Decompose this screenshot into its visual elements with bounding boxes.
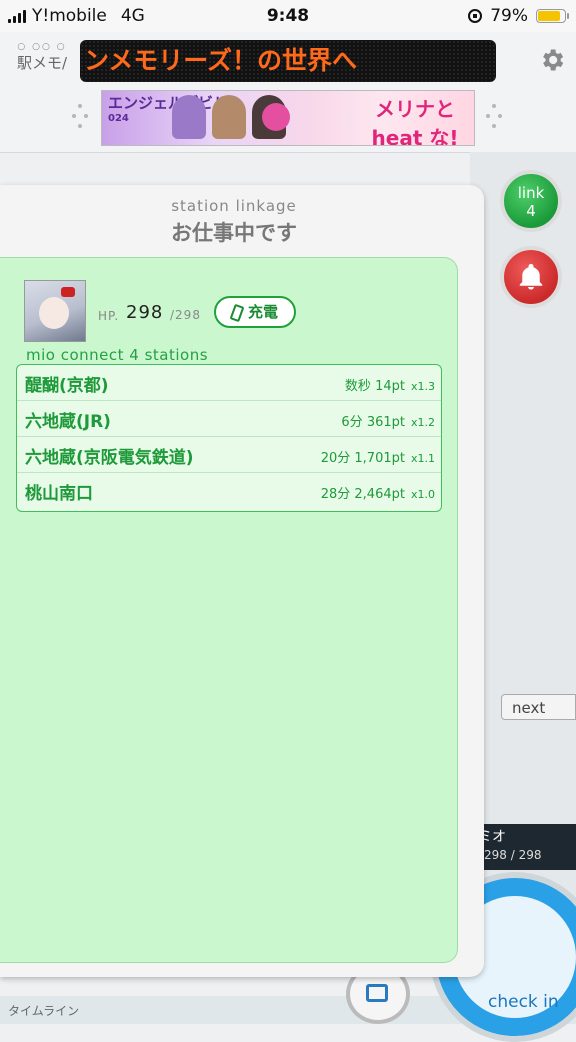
station-row[interactable]: 六地蔵(JR) 6分 361pt x1.2 xyxy=(17,401,441,437)
logo-text: 駅メモ/ xyxy=(16,54,68,72)
station-multiplier: x1.1 xyxy=(410,452,435,465)
ad-banner[interactable]: エンジェルデビル 024 メリナと heat な! xyxy=(101,90,475,146)
station-time: 6分 xyxy=(341,415,363,430)
signal-icon xyxy=(8,9,26,23)
station-points: 1,701pt xyxy=(354,451,405,466)
battery-fill xyxy=(538,11,561,21)
app-logo[interactable]: ○ ○○ ○ 駅メモ/ xyxy=(12,42,72,88)
rotation-lock-icon xyxy=(468,9,483,23)
menu-icon xyxy=(366,984,388,1002)
station-info: 数秒 14pt x1.3 xyxy=(345,375,435,394)
station-name: 六地蔵(京阪電気鉄道) xyxy=(25,448,194,468)
gear-icon[interactable] xyxy=(538,46,566,74)
station-row[interactable]: 醍醐(京都) 数秒 14pt x1.3 xyxy=(17,365,441,401)
station-multiplier: x1.2 xyxy=(410,416,435,429)
banner-char-1 xyxy=(172,95,206,139)
station-info: 28分 2,464pt x1.0 xyxy=(321,483,435,502)
station-row[interactable]: 六地蔵(京阪電気鉄道) 20分 1,701pt x1.1 xyxy=(17,437,441,473)
network-type: 4G xyxy=(120,6,145,26)
station-row[interactable]: 桃山南口 28分 2,464pt x1.0 xyxy=(17,473,441,508)
banner-dots-left xyxy=(70,104,90,134)
station-info: 6分 361pt x1.2 xyxy=(341,411,435,430)
panel-subtitle: station linkage xyxy=(171,197,297,215)
timeline-tab[interactable]: タイムライン xyxy=(8,1002,79,1019)
carrier: Y!mobile xyxy=(32,6,107,26)
bell-button[interactable] xyxy=(500,246,562,308)
hp-value: 298 xyxy=(126,302,164,323)
avatar-face xyxy=(39,297,69,329)
character-hp: 298 / 298 xyxy=(484,848,542,862)
station-name: 醍醐(京都) xyxy=(25,376,109,396)
banner-dots-right xyxy=(484,104,504,134)
station-time: 20分 xyxy=(320,451,351,466)
link-count: 4 xyxy=(526,202,536,220)
banner-right-line1: メリナと xyxy=(375,97,455,121)
station-time: 28分 xyxy=(320,487,351,502)
character-avatar[interactable] xyxy=(24,280,86,342)
battery-percent: 79% xyxy=(490,6,528,26)
link-label: link xyxy=(517,184,545,202)
banner-logo-icon xyxy=(262,103,290,131)
hp-label: HP. xyxy=(98,309,120,323)
character-strip: ミオ 298 / 298 xyxy=(470,824,576,870)
charge-button[interactable]: 充電 xyxy=(214,296,296,328)
station-info: 20分 1,701pt x1.1 xyxy=(321,447,435,466)
station-multiplier: x1.0 xyxy=(410,488,435,501)
hp-max: /298 xyxy=(170,308,201,322)
avatar-bow xyxy=(61,287,75,297)
link-button[interactable]: link 4 xyxy=(500,170,562,232)
marquee-display: ンメモリーズ！の世界へ xyxy=(80,40,496,82)
station-points: 2,464pt xyxy=(354,487,405,502)
connect-label: mio connect 4 stations xyxy=(26,346,209,364)
banner-right-line2: heat な! xyxy=(371,126,459,146)
station-linkage-panel: station linkage お仕事中です HP. 298 /298 充電 m… xyxy=(0,185,484,977)
station-multiplier: x1.3 xyxy=(410,380,435,393)
station-list: 醍醐(京都) 数秒 14pt x1.3 六地蔵(JR) 6分 361pt x1.2 … xyxy=(16,364,442,512)
status-left: Y!mobile 4G xyxy=(8,6,145,26)
banner-char-2 xyxy=(212,95,246,139)
character-card: HP. 298 /298 充電 mio connect 4 stations 醍… xyxy=(0,257,458,963)
app-header: ○ ○○ ○ 駅メモ/ ンメモリーズ！の世界へ エンジェルデビル 024 メリナ… xyxy=(0,32,576,153)
station-name: 桃山南口 xyxy=(25,484,93,504)
logo-dots: ○ ○○ ○ xyxy=(17,42,67,52)
station-points: 14pt xyxy=(375,379,405,394)
station-points: 361pt xyxy=(366,415,405,430)
status-right: 79% xyxy=(468,6,569,26)
charge-label: 充電 xyxy=(247,303,278,321)
station-name: 六地蔵(JR) xyxy=(25,412,111,432)
station-time: 数秒 xyxy=(344,379,371,394)
next-button[interactable]: next xyxy=(501,694,576,720)
panel-title: お仕事中です xyxy=(171,221,297,245)
next-label: next xyxy=(512,699,546,717)
battery-icon xyxy=(536,9,569,23)
status-bar: Y!mobile 4G 9:48 79% xyxy=(0,0,576,32)
banner-right: メリナと heat な! xyxy=(360,93,470,146)
plug-icon xyxy=(229,303,245,322)
bell-icon xyxy=(519,263,543,290)
check-in-label: check in xyxy=(488,992,559,1012)
